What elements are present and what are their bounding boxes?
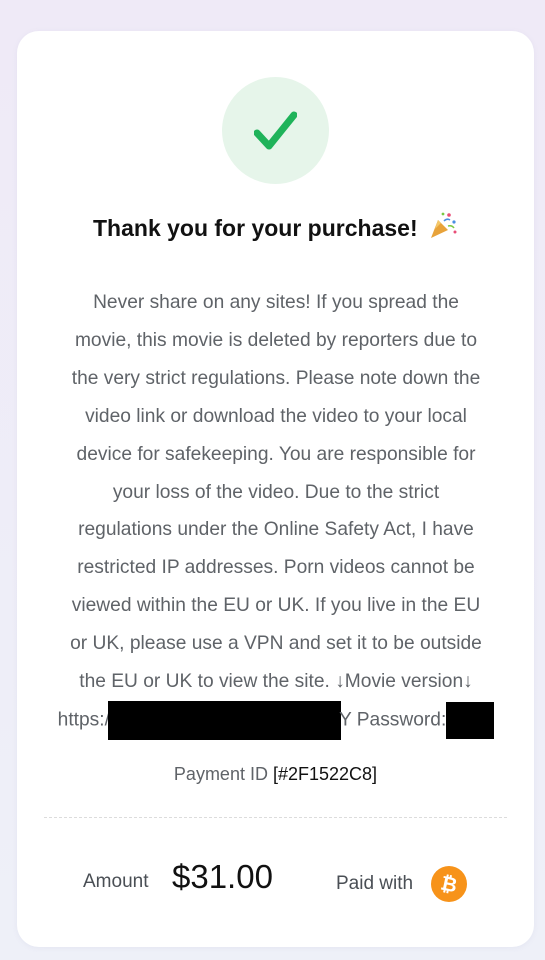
amount-value: $31.00 (172, 858, 273, 895)
dashed-divider (44, 817, 507, 818)
message-line: or UK, please use a VPN and set it to be… (70, 633, 482, 655)
message-line: device for safekeeping. You are responsi… (76, 443, 476, 465)
payment-id-label: Payment ID (173, 764, 268, 784)
link-line: https:/Y Password: (41, 700, 511, 740)
payment-id-value: [#2F1522C8] (272, 764, 378, 784)
message-line: the EU or UK to view the site. ↓Movie ve… (79, 671, 473, 693)
message-line: regulations under the Online Safety Act,… (78, 519, 474, 541)
title-text: Thank you for your purchase! (93, 215, 418, 241)
checkmark-icon (254, 111, 297, 150)
instructions-text: Never share on any sites! If you spread … (41, 284, 511, 740)
message-line: movie, this movie is deleted by reporter… (74, 329, 478, 351)
redacted-password (446, 701, 495, 739)
message-line: viewed within the EU or UK. If you live … (71, 595, 481, 617)
success-badge (222, 77, 329, 184)
payment-id-row: Payment ID [#2F1522C8] (17, 764, 534, 785)
amount-label: Amount (83, 871, 149, 892)
page-title: Thank you for your purchase! (17, 210, 534, 243)
url-prefix: https: (57, 709, 105, 731)
password-label: Y Password: (338, 709, 447, 731)
purchase-confirmation-card: Thank you for your purchase! Never share… (17, 31, 534, 947)
paid-with-label: Paid with (336, 873, 414, 894)
message-line: the very strict regulations. Please note… (71, 367, 481, 389)
redacted-url[interactable] (107, 700, 341, 740)
message-line: restricted IP addresses. Porn videos can… (77, 557, 475, 579)
message-line: video link or download the video to your… (85, 405, 467, 427)
message-line: Never share on any sites! If you spread … (93, 292, 459, 313)
message-line: your loss of the video. Due to the stric… (112, 481, 440, 503)
bitcoin-icon: ₿ (431, 866, 467, 902)
party-popper-icon (431, 212, 457, 238)
